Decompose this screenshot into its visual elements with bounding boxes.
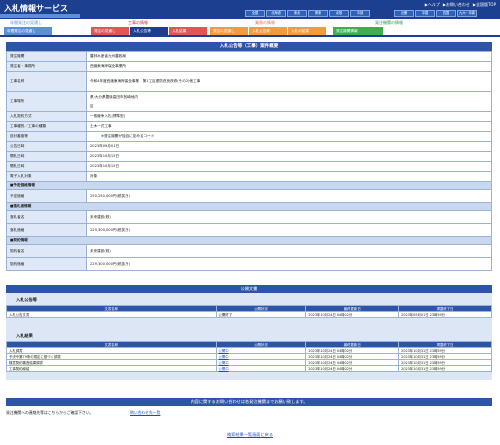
field-label: 開札日時	[6, 161, 87, 172]
field-label: 電子入札対象	[6, 171, 87, 182]
category-outlook: 年間発注の見通し	[10, 20, 42, 25]
field-value: 2023年10月15日	[86, 161, 492, 172]
field-value: 一般競争入札(標準型)	[86, 111, 492, 122]
tab-annual-outlook[interactable]: 年間発注の見通し	[4, 27, 52, 35]
nav-divider	[0, 35, 500, 37]
field-label: 予定価格	[6, 189, 87, 203]
region-tab[interactable]: 九州・沖縄	[457, 10, 477, 17]
field-label: 工事種別／工事の種類	[6, 121, 87, 132]
field-label: 工事名称	[6, 71, 87, 92]
region-tab[interactable]: 中部	[350, 10, 370, 17]
region-tab[interactable]: 関東	[308, 10, 328, 17]
section-plan-price: ■予定価格情報	[6, 181, 492, 190]
top-links: ▶ヘルプ ▶お問い合わせ ▶全国版TOP	[425, 2, 496, 8]
region-tab[interactable]: 東北	[287, 10, 307, 17]
doc-status: 公開終了	[215, 311, 307, 318]
field-value: 県:大分県豊後高田市呉崎地内区	[86, 91, 492, 112]
site-header: 入札情報サービス ▶ヘルプ ▶お問い合わせ ▶全国版TOP 全国 北海道 東北 …	[0, 0, 500, 19]
project-summary-table: 発注機関 農林水産省九州農政局 発注者・事務所 西諸東海岸保全事業所 工事名称 令和4…	[6, 51, 492, 271]
doc-status-link[interactable]: 公開中	[215, 365, 307, 372]
field-value: 対象	[86, 171, 492, 182]
winner-name-value: 未来建設(株)	[86, 210, 492, 224]
notice-docs-table: 文書名称 公開状況 最終更新日 掲載終了日 入札公告文書 公開終了 2023年1…	[6, 305, 492, 318]
category-construction: 工事の情報	[128, 20, 148, 25]
field-label: 契約者名	[6, 244, 87, 258]
contact-link[interactable]: ▶お問い合わせ	[443, 2, 470, 8]
plan-price-value: 250,250,000円(税抜き)	[86, 189, 492, 203]
help-link[interactable]: ▶ヘルプ	[425, 2, 440, 8]
region-tab[interactable]: 近畿	[394, 10, 414, 17]
inquiry-notice-bar: 内容に関するお問い合わせは各発注機関までお願い致します。	[6, 398, 492, 406]
region-tab[interactable]: 全国	[245, 10, 265, 17]
field-label: 落札者名	[6, 210, 87, 224]
region-tab[interactable]: 四国	[436, 10, 456, 17]
notice-docs-label: 入札公告等	[16, 297, 37, 302]
result-docs-label: 入札結果	[16, 333, 33, 338]
field-label: 落札価格	[6, 223, 87, 237]
section-contract: ■契約情報	[6, 236, 492, 245]
field-label: 発注者・事務所	[6, 61, 87, 72]
field-value: 2023年09月01日	[86, 141, 492, 152]
documents-area: 入札公告等 文書名称 公開状況 最終更新日 掲載終了日 入札公告文書 公開終了 …	[6, 293, 492, 380]
table-row: 工事契約締結 公開中 2023年10月24日 04時02分 2023年10月31…	[6, 365, 492, 372]
field-label: 公告日時	[6, 141, 87, 152]
tab-construction-results[interactable]: 入札結果	[169, 27, 207, 35]
back-to-results-link[interactable]: 検索結果一覧画面に戻る	[0, 432, 500, 438]
logo-underline	[0, 14, 80, 18]
field-label: 発注機関	[6, 51, 87, 62]
contact-info-text: 発注機関への連絡先等はこちらからご確認下さい。	[6, 410, 94, 415]
doc-name: 入札公告文書	[6, 311, 217, 318]
region-tabs-right: 近畿 中国 四国 九州・沖縄	[394, 10, 477, 17]
field-value: 農林水産省九州農政局	[86, 51, 492, 62]
field-label: 契約価格	[6, 257, 87, 271]
field-value: 土木一式工事	[86, 121, 492, 132]
category-services: 業務の情報	[255, 20, 275, 25]
section-winner: ■落札者情報	[6, 202, 492, 211]
doc-end: 2023年09月01日 23時59分	[398, 311, 492, 318]
tab-service-outlook[interactable]: 発注の見通し	[210, 27, 248, 35]
tab-agency-info[interactable]: 発注機関情報	[333, 27, 383, 35]
contractor-value: 未来建設(株)	[86, 244, 492, 258]
field-label: 開札日時	[6, 151, 87, 162]
contract-price-value: 229,300,000円(税抜き)	[86, 257, 492, 271]
location-line: 県:大分県豊後高田市呉崎地内	[90, 94, 138, 99]
field-value: 西諸東海岸保全事業所	[86, 61, 492, 72]
field-value: 2023年10月15日	[86, 151, 492, 162]
region-tabs: 全国 北海道 東北 関東 北陸 中部	[245, 10, 370, 17]
field-value: 令和4年度西諸東海岸保全事業 第1工区堤防改良改修(その2)他工事	[86, 71, 492, 92]
site-logo[interactable]: 入札情報サービス	[4, 3, 68, 14]
doc-end: 2023年10月31日 23時59分	[398, 365, 492, 372]
national-top-link[interactable]: ▶全国版TOP	[473, 2, 496, 8]
winner-price-value: 229,300,000円(税抜き)	[86, 223, 492, 237]
field-value: ※発注機関が独自に定めるコード	[86, 131, 492, 142]
doc-name: 工事契約締結	[6, 365, 217, 372]
table-row: 入札公告文書 公開終了 2023年10月24日 04時02分 2023年09月0…	[6, 311, 492, 318]
documents-title: 公開文書	[6, 285, 492, 293]
tab-service-results[interactable]: 入札の結果	[288, 27, 326, 35]
result-docs-table: 文書名称 公開状況 最終更新日 掲載終了日 入札調書 公開中 2023年10月2…	[6, 341, 492, 372]
location-line-2: 区	[90, 103, 94, 108]
page-title: 入札公告等（工事）案件概要	[6, 42, 492, 51]
region-tab[interactable]: 北陸	[329, 10, 349, 17]
contact-list-link[interactable]: 問い合わせ先一覧	[130, 410, 160, 416]
field-label: 該計審査等	[6, 131, 87, 142]
category-agencies: 発注機関の情報	[375, 20, 403, 25]
region-tab[interactable]: 北海道	[266, 10, 286, 17]
field-label: 入札契約方式	[6, 111, 87, 122]
field-label: 工事場所	[6, 91, 87, 112]
nav-tabs: 年間発注の見通し 発注の見通し 入札公告等 入札結果 発注の見通し 入札公告等 …	[4, 27, 383, 35]
tab-construction-outlook[interactable]: 発注の見通し	[91, 27, 129, 35]
region-tab[interactable]: 中国	[415, 10, 435, 17]
tab-construction-notice[interactable]: 入札公告等	[130, 27, 168, 35]
doc-updated: 2023年10月24日 04時02分	[305, 311, 400, 318]
tab-service-notice[interactable]: 入札公告等	[249, 27, 287, 35]
doc-updated: 2023年10月24日 04時02分	[305, 365, 400, 372]
